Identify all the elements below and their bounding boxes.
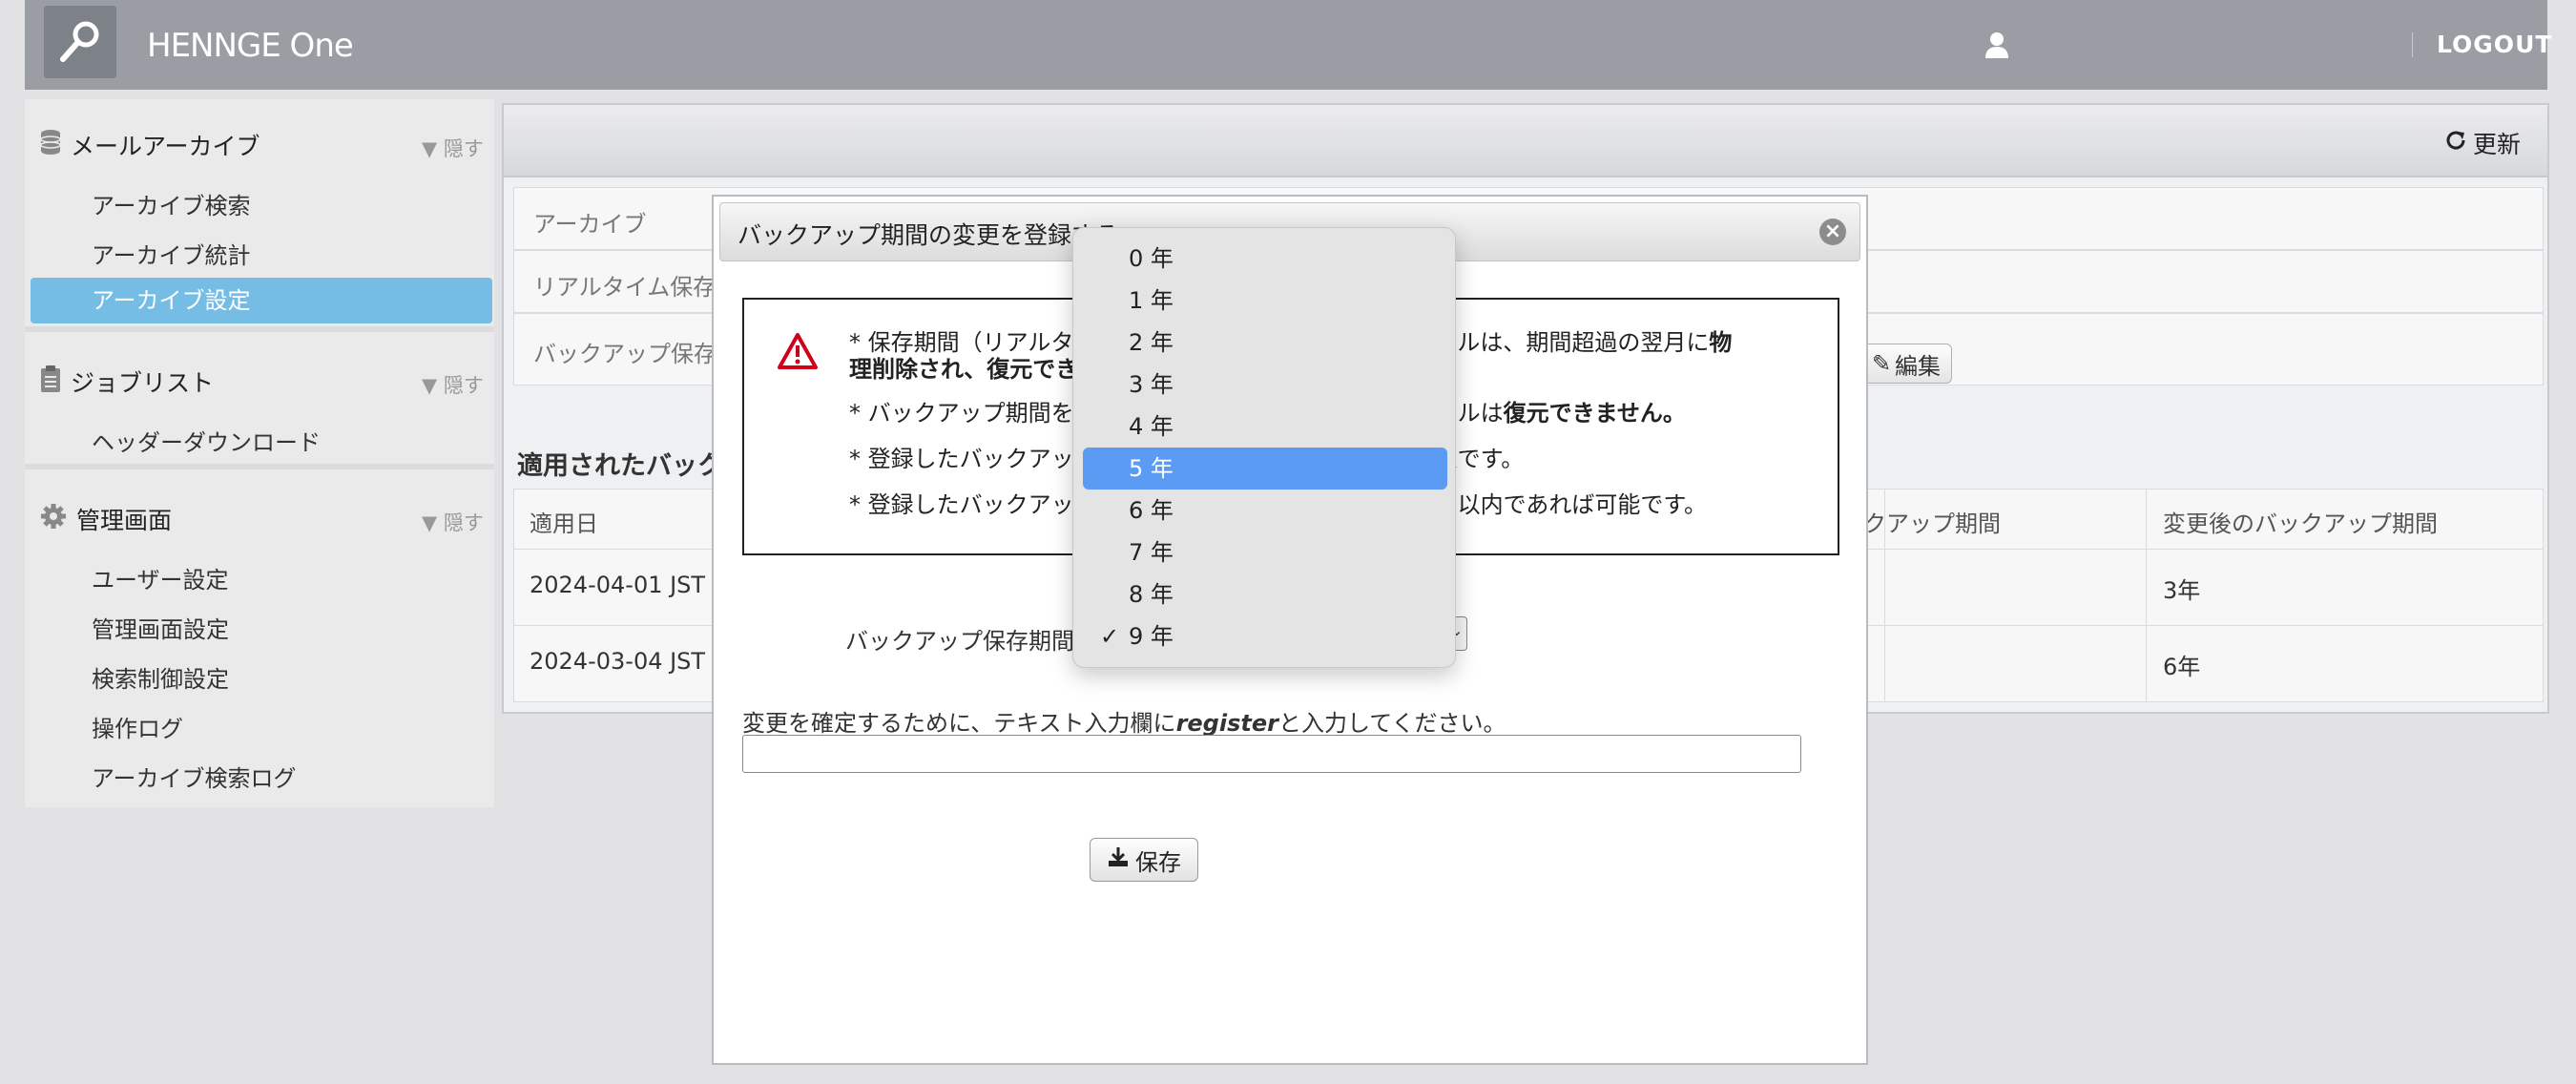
table-cell-date: 2024-03-04 JST xyxy=(530,648,706,675)
dropdown-option[interactable]: 6 年 xyxy=(1083,490,1447,532)
database-icon xyxy=(40,129,61,161)
logo-icon[interactable] xyxy=(44,6,116,78)
dropdown-option[interactable]: 8 年 xyxy=(1083,573,1447,615)
dropdown-option[interactable]: 0 年 xyxy=(1083,238,1447,280)
warning-icon xyxy=(777,332,819,374)
refresh-label: 更新 xyxy=(2472,131,2521,158)
refresh-button[interactable]: 更新 xyxy=(2444,126,2521,160)
user-icon[interactable] xyxy=(1984,31,2009,63)
sidebar-item-operation-log[interactable]: 操作ログ xyxy=(92,710,183,743)
dropdown-option[interactable]: 2 年 xyxy=(1083,322,1447,364)
dropdown-option-selected[interactable]: ✓ 9 年 xyxy=(1083,615,1447,657)
confirm-instruction: 変更を確定するために、テキスト入力欄にregisterと入力してください。 xyxy=(742,710,1506,737)
column-divider xyxy=(2146,490,2147,701)
brand-name: HENNGE One xyxy=(147,27,354,65)
sidebar-item-search-control[interactable]: 検索制御設定 xyxy=(92,660,229,694)
edit-button[interactable]: ✎ 編集 xyxy=(1860,344,1952,384)
sidebar-section-title: 管理画面 xyxy=(76,507,173,534)
hide-toggle[interactable]: ▼ 隠す xyxy=(422,508,484,536)
pencil-icon: ✎ xyxy=(1871,350,1892,377)
close-icon[interactable]: × xyxy=(1819,219,1846,245)
top-header: HENNGE One LOGOUT xyxy=(25,0,2551,90)
sidebar-item-header-download[interactable]: ヘッダーダウンロード xyxy=(92,424,321,457)
sidebar-divider xyxy=(25,326,494,332)
sidebar-section-title: メールアーカイブ xyxy=(71,133,260,160)
modal-title: バックアップ期間の変更を登録する xyxy=(737,221,1120,249)
row-label: バックアップ保存期 xyxy=(533,341,739,367)
row-label: アーカイブ xyxy=(533,211,647,238)
dropdown-option[interactable]: 7 年 xyxy=(1083,532,1447,573)
save-label: 保存 xyxy=(1135,848,1181,876)
sidebar-item-admin-settings[interactable]: 管理画面設定 xyxy=(92,611,229,644)
dropdown-option[interactable]: 4 年 xyxy=(1083,406,1447,448)
sidebar-section-job-list[interactable]: ジョブリスト xyxy=(40,365,214,399)
main-toolbar: 更新 xyxy=(504,105,2547,177)
hide-toggle[interactable]: ▼ 隠す xyxy=(422,134,484,162)
download-icon xyxy=(1107,845,1130,874)
sidebar-section-admin[interactable]: 管理画面 xyxy=(40,502,172,536)
column-header-date: 適用日 xyxy=(530,511,598,537)
table-cell-date: 2024-04-01 JST xyxy=(530,572,706,598)
logout-link[interactable]: LOGOUT xyxy=(2437,31,2552,58)
sidebar-item-archive-stats[interactable]: アーカイブ統計 xyxy=(92,237,251,270)
refresh-icon xyxy=(2444,129,2467,157)
sidebar-item-archive-search[interactable]: アーカイブ検索 xyxy=(92,187,251,220)
dropdown-option[interactable]: 3 年 xyxy=(1083,364,1447,406)
sidebar-divider xyxy=(25,464,494,469)
row-label: リアルタイム保存期 xyxy=(533,274,739,301)
applied-history-title: 適用されたバック xyxy=(517,451,723,481)
table-cell-after: 3年 xyxy=(2163,577,2201,604)
hide-toggle[interactable]: ▼ 隠す xyxy=(422,370,484,399)
dropdown-option[interactable]: 1 年 xyxy=(1083,280,1447,322)
backup-period-label: バックアップ保存期間 xyxy=(845,628,1074,655)
column-header-after: 変更後のバックアップ期間 xyxy=(2163,511,2438,537)
backup-period-dropdown: 0 年 1 年 2 年 3 年 4 年 5 年 6 年 7 年 8 年 ✓ 9 年 xyxy=(1072,227,1456,668)
gear-icon xyxy=(40,503,67,535)
edit-label: 編集 xyxy=(1895,352,1942,380)
sidebar-item-archive-settings[interactable]: アーカイブ設定 xyxy=(31,278,492,323)
clipboard-icon xyxy=(40,365,61,399)
save-button[interactable]: 保存 xyxy=(1090,838,1198,882)
warning-line: 理削除され、復元でき xyxy=(849,356,1079,383)
dropdown-option-highlighted[interactable]: 5 年 xyxy=(1083,448,1447,490)
confirm-text-input[interactable] xyxy=(742,735,1801,773)
sidebar-item-user-settings[interactable]: ユーザー設定 xyxy=(92,561,229,594)
table-cell-after: 6年 xyxy=(2163,654,2201,680)
sidebar-item-archive-search-log[interactable]: アーカイブ検索ログ xyxy=(92,760,297,793)
sidebar-section-mail-archive[interactable]: メールアーカイブ xyxy=(40,128,260,162)
header-divider xyxy=(2412,32,2413,57)
checkmark-icon: ✓ xyxy=(1100,623,1120,650)
sidebar-section-title: ジョブリスト xyxy=(71,369,215,397)
